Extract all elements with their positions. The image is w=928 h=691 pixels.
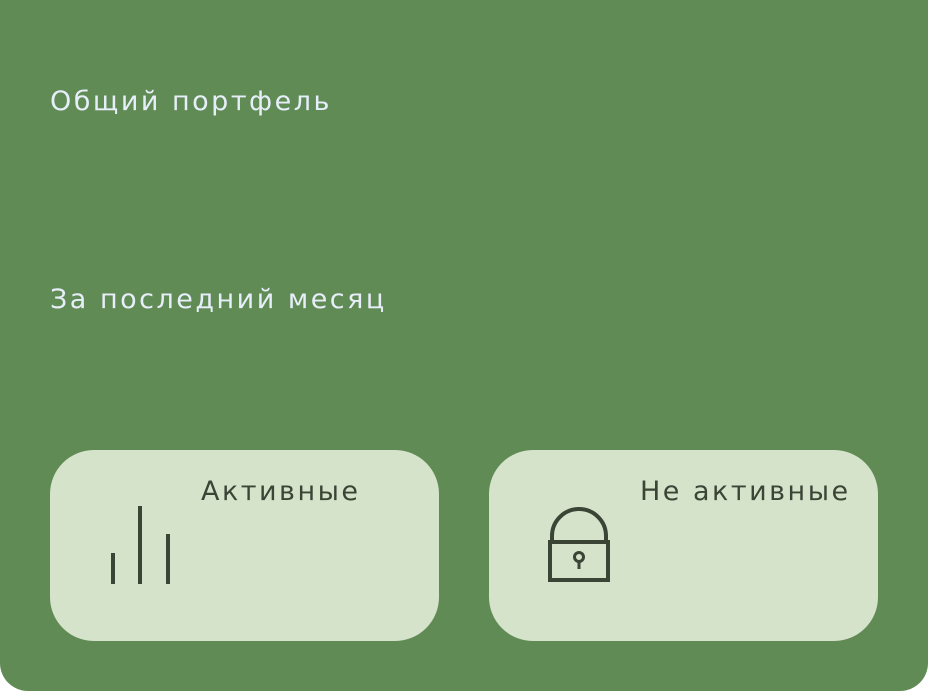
lock-icon <box>548 507 610 582</box>
inactive-card-label: Не активные <box>640 476 851 507</box>
portfolio-panel: Общий портфель За последний месяц Активн… <box>0 0 928 691</box>
bar-chart-icon <box>111 506 170 584</box>
active-card-label: Активные <box>201 476 361 507</box>
active-card[interactable]: Активные <box>50 450 439 641</box>
inactive-card[interactable]: Не активные <box>489 450 878 641</box>
total-portfolio-label: Общий портфель <box>50 86 332 117</box>
period-label: За последний месяц <box>50 284 387 315</box>
